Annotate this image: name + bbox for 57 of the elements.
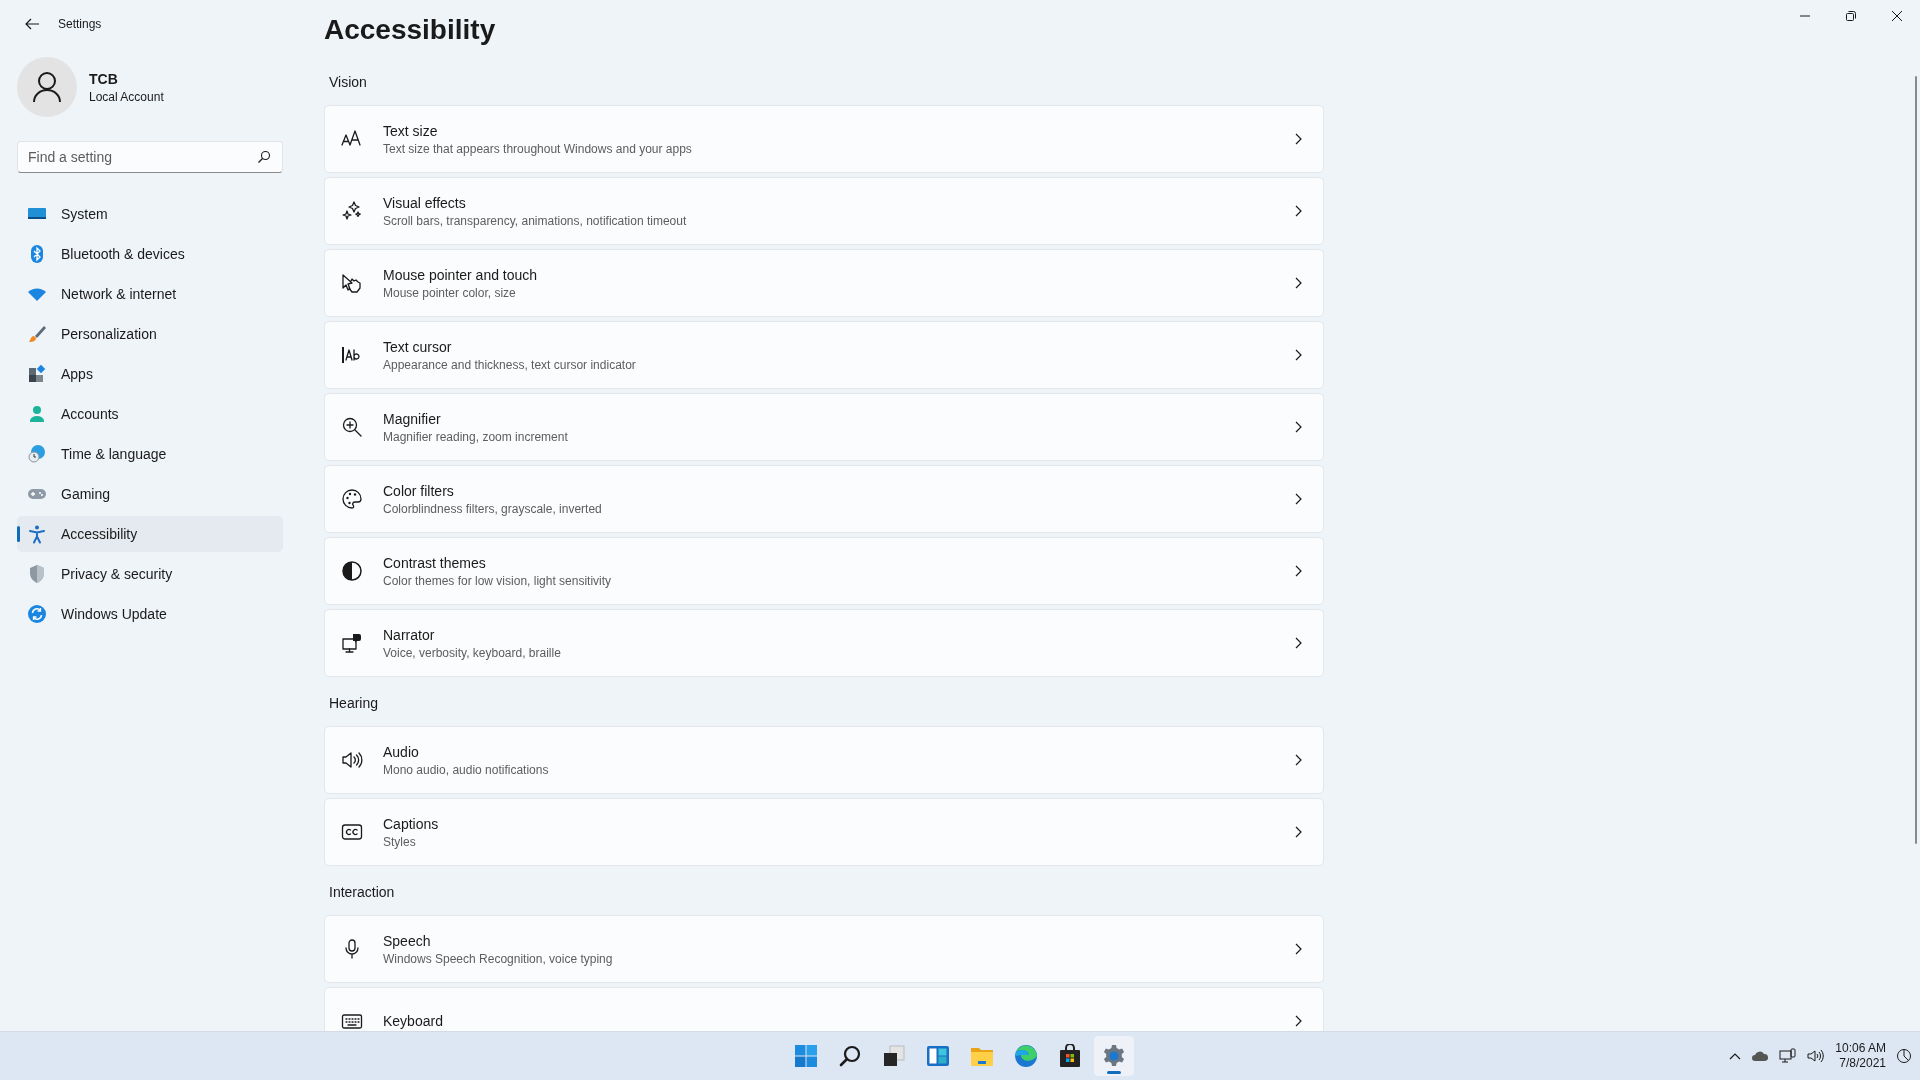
nav-item[interactable]: Time & language bbox=[17, 436, 283, 472]
setting-card[interactable]: Audio Mono audio, audio notifications bbox=[324, 726, 1324, 794]
account-name: TCB bbox=[89, 70, 119, 87]
nav-item[interactable]: Apps bbox=[17, 356, 283, 392]
setting-title: Contrast themes bbox=[383, 554, 487, 571]
setting-title: Captions bbox=[383, 815, 440, 832]
setting-card[interactable]: Visual effects Scroll bars, transparency, animations, notification timeout bbox=[324, 177, 1324, 245]
setting-description: Scroll bars, transparency, animations, notification timeout bbox=[383, 213, 688, 228]
account-type: Local Account bbox=[89, 89, 164, 104]
setting-description: Voice, verbosity, keyboard, braille bbox=[383, 645, 562, 660]
page-title: Accessibility bbox=[324, 14, 496, 46]
nav-item[interactable]: Gaming bbox=[17, 476, 283, 512]
setting-description: Magnifier reading, zoom increment bbox=[383, 429, 569, 444]
setting-description: Mono audio, audio notifications bbox=[383, 762, 550, 777]
setting-description: Styles bbox=[383, 834, 417, 849]
setting-card[interactable]: Text cursor Appearance and thickness, text cursor indicator bbox=[324, 321, 1324, 389]
setting-title: Keyboard bbox=[383, 1013, 444, 1029]
window-title: Settings bbox=[58, 17, 102, 31]
setting-card[interactable]: Narrator Voice, verbosity, keyboard, braille bbox=[324, 609, 1324, 677]
clock[interactable]: 10:06 AM 7/8/2021 bbox=[1835, 1041, 1886, 1071]
nav-item[interactable]: Accounts bbox=[17, 396, 283, 432]
nav-item[interactable]: System bbox=[17, 196, 283, 232]
setting-card[interactable]: Magnifier Magnifier reading, zoom increment bbox=[324, 393, 1324, 461]
setting-description: Windows Speech Recognition, voice typing bbox=[383, 951, 614, 966]
setting-card[interactable]: Captions Styles bbox=[324, 798, 1324, 866]
setting-title: Speech bbox=[383, 932, 432, 949]
date-text: 7/8/2021 bbox=[1839, 1056, 1886, 1071]
setting-description: Colorblindness filters, grayscale, inverted bbox=[383, 501, 603, 516]
nav-item[interactable]: Personalization bbox=[17, 316, 283, 352]
setting-title: Audio bbox=[383, 743, 420, 760]
setting-title: Mouse pointer and touch bbox=[383, 266, 539, 283]
setting-card[interactable]: Color filters Colorblindness filters, grayscale, inverted bbox=[324, 465, 1324, 533]
section-heading: Vision bbox=[329, 74, 368, 90]
search-field[interactable]: Find a setting bbox=[17, 141, 283, 173]
nav-item[interactable]: Privacy & security bbox=[17, 556, 283, 592]
time-text: 10:06 AM bbox=[1835, 1041, 1886, 1056]
setting-card[interactable]: Text size Text size that appears throughout Windows and your apps bbox=[324, 105, 1324, 173]
setting-title: Text cursor bbox=[383, 338, 453, 355]
nav-item[interactable]: Bluetooth & devices bbox=[17, 236, 283, 272]
nav-item[interactable]: Accessibility bbox=[17, 516, 283, 552]
nav-item[interactable]: Network & internet bbox=[17, 276, 283, 312]
setting-card[interactable]: Mouse pointer and touch Mouse pointer color, size bbox=[324, 249, 1324, 317]
setting-description: Color themes for low vision, light sensitivity bbox=[383, 573, 613, 588]
nav-item[interactable]: Windows Update bbox=[17, 596, 283, 632]
setting-title: Visual effects bbox=[383, 194, 467, 211]
setting-card[interactable]: Keyboard bbox=[324, 987, 1324, 1031]
section-heading: Interaction bbox=[329, 884, 396, 900]
setting-card[interactable]: Contrast themes Color themes for low vision, light sensitivity bbox=[324, 537, 1324, 605]
setting-card[interactable]: Speech Windows Speech Recognition, voice typing bbox=[324, 915, 1324, 983]
setting-title: Narrator bbox=[383, 626, 436, 643]
setting-description: Mouse pointer color, size bbox=[383, 285, 517, 300]
setting-description: Text size that appears throughout Windows and your apps bbox=[383, 141, 693, 156]
setting-title: Text size bbox=[383, 122, 439, 139]
setting-description: Appearance and thickness, text cursor indicator bbox=[383, 357, 637, 372]
section-heading: Hearing bbox=[329, 695, 380, 711]
setting-title: Color filters bbox=[383, 482, 455, 499]
setting-title: Magnifier bbox=[383, 410, 442, 427]
